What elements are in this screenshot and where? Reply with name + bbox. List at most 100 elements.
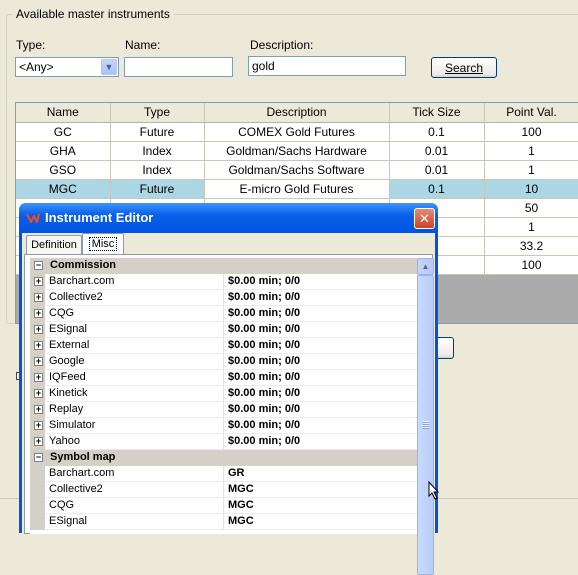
- search-button[interactable]: Search: [431, 57, 497, 78]
- property-name: Barchart.com: [49, 275, 115, 287]
- table-row[interactable]: GC Future COMEX Gold Futures 0.1 100: [16, 122, 578, 142]
- chevron-up-icon: ▲: [421, 262, 430, 271]
- dialog-body: Definition Misc − Commission + Barchart.…: [22, 233, 435, 575]
- name-input[interactable]: [124, 57, 233, 77]
- cell-point-value: 100: [484, 255, 578, 275]
- group-title: Available master instruments: [12, 7, 174, 21]
- property-value[interactable]: $0.00 min; 0/0: [228, 307, 300, 319]
- column-header-description[interactable]: Description: [204, 103, 390, 123]
- expand-icon[interactable]: +: [34, 373, 43, 382]
- property-row[interactable]: Collective2 MGC: [30, 482, 419, 498]
- property-row[interactable]: ESignal MGC: [30, 514, 419, 530]
- instrument-editor-dialog: Instrument Editor ✕ Definition Misc − Co…: [19, 203, 438, 575]
- collapse-icon[interactable]: −: [34, 453, 43, 462]
- property-value[interactable]: $0.00 min; 0/0: [228, 403, 300, 415]
- property-name: Replay: [49, 403, 84, 415]
- cell-tick-size: 0.1: [389, 122, 485, 142]
- cell-tick-size: 0.1: [389, 179, 485, 199]
- property-grid[interactable]: − Commission + Barchart.com $0.00 min; 0…: [30, 258, 419, 534]
- property-row[interactable]: + Replay $0.00 min; 0/0: [30, 402, 419, 418]
- property-name: ESignal: [49, 323, 87, 335]
- dialog-titlebar[interactable]: Instrument Editor ✕: [19, 203, 438, 233]
- cell-point-value: 1: [484, 160, 578, 180]
- app-logo-icon: [26, 213, 40, 224]
- property-row[interactable]: + CQG $0.00 min; 0/0: [30, 306, 419, 322]
- type-combobox-value: <Any>: [19, 60, 54, 74]
- cell-type: Future: [110, 122, 205, 142]
- expand-icon[interactable]: +: [34, 437, 43, 446]
- category-symbol-map[interactable]: − Symbol map: [30, 450, 419, 466]
- expand-icon[interactable]: +: [34, 309, 43, 318]
- table-row-selected[interactable]: MGC Future E-micro Gold Futures 0.1 10: [16, 179, 578, 199]
- name-label: Name:: [125, 38, 161, 52]
- property-value[interactable]: MGC: [228, 483, 254, 495]
- expand-icon[interactable]: +: [34, 325, 43, 334]
- property-row[interactable]: + Barchart.com $0.00 min; 0/0: [30, 274, 419, 290]
- cell-type: Future: [110, 179, 205, 199]
- tab-misc[interactable]: Misc: [82, 233, 124, 254]
- property-row[interactable]: + IQFeed $0.00 min; 0/0: [30, 370, 419, 386]
- expand-icon[interactable]: +: [34, 293, 43, 302]
- expand-icon[interactable]: +: [34, 421, 43, 430]
- tab-misc-label: Misc: [88, 237, 118, 251]
- close-button[interactable]: ✕: [414, 208, 435, 229]
- property-value[interactable]: $0.00 min; 0/0: [228, 323, 300, 335]
- cell-description: Goldman/Sachs Software: [204, 160, 390, 180]
- property-value[interactable]: MGC: [228, 499, 254, 511]
- property-row[interactable]: CQG MGC: [30, 498, 419, 514]
- cell-name: GC: [16, 122, 111, 142]
- cell-description: E-micro Gold Futures: [204, 179, 390, 199]
- description-label: Description:: [250, 38, 314, 52]
- expand-icon[interactable]: +: [34, 389, 43, 398]
- column-header-name[interactable]: Name: [16, 103, 111, 123]
- property-value[interactable]: $0.00 min; 0/0: [228, 435, 300, 447]
- property-row[interactable]: + Google $0.00 min; 0/0: [30, 354, 419, 370]
- expand-icon[interactable]: +: [34, 357, 43, 366]
- property-name: Google: [49, 355, 85, 367]
- property-value[interactable]: $0.00 min; 0/0: [228, 291, 300, 303]
- property-name: Barchart.com: [49, 467, 115, 479]
- property-value[interactable]: $0.00 min; 0/0: [228, 275, 300, 287]
- table-row[interactable]: GSO Index Goldman/Sachs Software 0.01 1: [16, 160, 578, 180]
- category-commission[interactable]: − Commission: [30, 258, 419, 274]
- property-value[interactable]: $0.00 min; 0/0: [228, 355, 300, 367]
- property-name: IQFeed: [49, 371, 86, 383]
- property-row[interactable]: + Yahoo $0.00 min; 0/0: [30, 434, 419, 450]
- scroll-up-button[interactable]: ▲: [417, 258, 434, 275]
- expand-icon[interactable]: +: [34, 405, 43, 414]
- column-header-type[interactable]: Type: [110, 103, 205, 123]
- collapse-icon[interactable]: −: [34, 261, 43, 270]
- property-value[interactable]: $0.00 min; 0/0: [228, 387, 300, 399]
- property-name: CQG: [49, 499, 75, 511]
- expand-icon[interactable]: +: [34, 341, 43, 350]
- column-header-tick-size[interactable]: Tick Size: [389, 103, 485, 123]
- mouse-cursor-icon: [428, 481, 440, 500]
- property-value[interactable]: $0.00 min; 0/0: [228, 339, 300, 351]
- description-input[interactable]: gold: [248, 56, 406, 76]
- property-row[interactable]: + Simulator $0.00 min; 0/0: [30, 418, 419, 434]
- table-row[interactable]: GHA Index Goldman/Sachs Hardware 0.01 1: [16, 141, 578, 161]
- tab-definition[interactable]: Definition: [26, 235, 82, 254]
- cell-point-value: 1: [484, 217, 578, 237]
- property-name: Yahoo: [49, 435, 80, 447]
- property-value[interactable]: $0.00 min; 0/0: [228, 371, 300, 383]
- chevron-down-icon[interactable]: ▼: [101, 59, 117, 75]
- property-row[interactable]: + Kinetick $0.00 min; 0/0: [30, 386, 419, 402]
- property-row[interactable]: + Collective2 $0.00 min; 0/0: [30, 290, 419, 306]
- expand-icon[interactable]: +: [34, 277, 43, 286]
- close-icon: ✕: [419, 210, 430, 226]
- property-row[interactable]: + ESignal $0.00 min; 0/0: [30, 322, 419, 338]
- type-combobox[interactable]: <Any> ▼: [15, 57, 119, 77]
- property-row[interactable]: + External $0.00 min; 0/0: [30, 338, 419, 354]
- property-value[interactable]: MGC: [228, 515, 254, 527]
- scrollbar-thumb[interactable]: [417, 275, 434, 575]
- category-label: Commission: [50, 259, 117, 271]
- column-header-point-value[interactable]: Point Val.: [484, 103, 578, 123]
- cell-name: MGC: [16, 179, 111, 199]
- cell-point-value: 10: [484, 179, 578, 199]
- cell-tick-size: 0.01: [389, 160, 485, 180]
- property-row[interactable]: Barchart.com GR: [30, 466, 419, 482]
- property-name: ESignal: [49, 515, 87, 527]
- property-value[interactable]: $0.00 min; 0/0: [228, 419, 300, 431]
- property-value[interactable]: GR: [228, 467, 245, 479]
